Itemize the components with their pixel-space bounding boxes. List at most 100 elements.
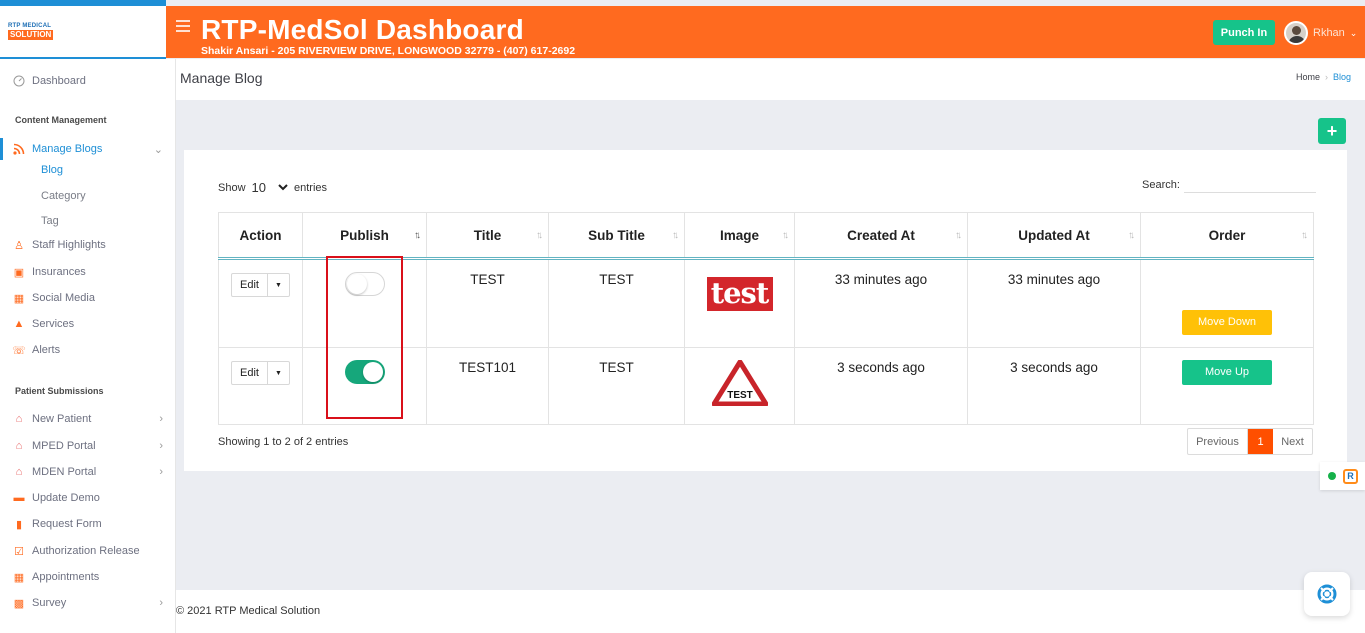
col-subtitle[interactable]: Sub Title ↑↓	[548, 212, 685, 259]
edit-button-group[interactable]: Edit ▼	[231, 273, 290, 297]
clipboard-check-icon: ☑	[14, 545, 24, 558]
gauge-icon	[12, 75, 26, 87]
edit-button[interactable]: Edit	[232, 362, 268, 384]
image-cell: test	[684, 258, 795, 348]
sidebar-subitem-tag[interactable]: Tag	[41, 215, 59, 227]
user-badge-icon: ♙	[14, 239, 24, 252]
sidebar-item-label: Alerts	[32, 344, 61, 356]
sidebar-item-survey[interactable]: ▩ Survey ›	[0, 592, 176, 614]
sidebar-item-mped-portal[interactable]: ⌂ MPED Portal ›	[0, 435, 176, 457]
page-1-button[interactable]: 1	[1248, 429, 1273, 454]
sidebar-item-dashboard[interactable]: Dashboard	[0, 70, 176, 92]
col-order[interactable]: Order ↑↓	[1140, 212, 1314, 259]
sidebar-subitem-blog[interactable]: Blog	[41, 164, 63, 176]
sidebar-item-staff-highlights[interactable]: ♙ Staff Highlights	[0, 234, 176, 256]
hamburger-menu-icon[interactable]	[176, 20, 190, 32]
sidebar-item-appointments[interactable]: ▦ Appointments	[0, 566, 176, 588]
sort-icon: ↑↓	[672, 230, 679, 241]
sidebar-item-update-demo[interactable]: ▬ Update Demo	[0, 487, 176, 509]
col-title[interactable]: Title ↑↓	[426, 212, 549, 259]
search-input[interactable]	[1183, 176, 1316, 193]
top-header: RTP-MedSol Dashboard Shakir Ansari - 205…	[166, 6, 1365, 58]
sidebar-item-social-media[interactable]: ▦ Social Media	[0, 287, 176, 309]
order-cell: Move Down	[1140, 258, 1314, 348]
edit-button-group[interactable]: Edit ▼	[231, 361, 290, 385]
breadcrumb-current[interactable]: Blog	[1333, 72, 1351, 82]
rss-icon	[12, 143, 26, 155]
sidebar-item-new-patient[interactable]: ⌂ New Patient ›	[0, 408, 176, 430]
chevron-down-icon	[278, 184, 288, 191]
add-blog-button[interactable]: +	[1318, 118, 1346, 144]
move-up-button[interactable]: Move Up	[1182, 360, 1272, 385]
bell-icon: ▲	[13, 318, 25, 330]
file-icon: ▮	[15, 518, 23, 531]
sidebar-item-services[interactable]: ▲ Services	[0, 313, 176, 335]
caret-down-icon[interactable]: ▼	[268, 274, 289, 296]
publish-toggle[interactable]	[344, 272, 385, 296]
sidebar-item-label: Manage Blogs	[32, 143, 103, 155]
col-image[interactable]: Image ↑↓	[684, 212, 795, 259]
app-title: RTP-MedSol Dashboard	[201, 14, 524, 45]
col-updated-at[interactable]: Updated At ↑↓	[967, 212, 1141, 259]
col-created-at[interactable]: Created At ↑↓	[794, 212, 968, 259]
sort-icon: ↑↓	[1301, 230, 1308, 241]
previous-page-button[interactable]: Previous	[1188, 429, 1248, 454]
next-page-button[interactable]: Next	[1273, 429, 1312, 454]
sidebar-item-mden-portal[interactable]: ⌂ MDEN Portal ›	[0, 461, 176, 483]
help-button[interactable]	[1304, 572, 1350, 616]
pagination: Previous 1 Next	[1187, 428, 1313, 455]
user-name: Rkhan	[1313, 27, 1345, 39]
punch-in-button[interactable]: Punch In	[1213, 20, 1275, 45]
sidebar-item-insurances[interactable]: ▣ Insurances	[0, 261, 176, 283]
logo-line-2: SOLUTION	[8, 30, 54, 40]
home-icon: ⌂	[15, 440, 23, 452]
breadcrumb: Home › Blog	[1296, 72, 1351, 82]
share-icon: ▦	[13, 292, 25, 305]
col-publish[interactable]: Publish ↑↓	[302, 212, 427, 259]
table-header-row: Action Publish ↑↓ Title ↑↓ Sub Title ↑↓ Ima…	[218, 212, 1314, 259]
app-subtitle: Shakir Ansari - 205 RIVERVIEW DRIVE, LON…	[201, 45, 576, 57]
chart-icon: ▩	[13, 597, 25, 610]
search-label: Search:	[1142, 178, 1180, 191]
side-widget[interactable]: R	[1320, 462, 1365, 490]
avatar	[1284, 21, 1308, 45]
sidebar-subitem-category[interactable]: Category	[41, 190, 86, 202]
publish-cell	[302, 258, 427, 348]
order-cell: Move Up	[1140, 347, 1314, 425]
caret-down-icon[interactable]: ▼	[268, 362, 289, 384]
sort-icon: ↑↓	[955, 230, 962, 241]
sidebar-item-label: Survey	[32, 597, 67, 609]
sidebar-item-label: Dashboard	[32, 75, 86, 87]
id-card-icon: ▬	[13, 492, 25, 504]
search-box: Search:	[1142, 176, 1316, 193]
sidebar-item-authorization-release[interactable]: ☑ Authorization Release	[0, 540, 176, 562]
blog-table-card: Show 10 entries Search: Action Publish ↑↓…	[184, 150, 1347, 471]
entries-value: 10	[251, 180, 266, 195]
publish-toggle[interactable]	[344, 360, 385, 384]
logo[interactable]: RTP MEDICAL SOLUTION	[0, 0, 166, 59]
status-dot	[1328, 472, 1336, 480]
publish-cell	[302, 347, 427, 425]
subtitle-cell: TEST	[548, 258, 685, 348]
entries-select[interactable]: 10	[252, 180, 288, 195]
sidebar-item-label: Insurances	[32, 266, 86, 278]
updated-cell: 3 seconds ago	[967, 347, 1141, 425]
user-menu[interactable]: Rkhan ⌄	[1284, 21, 1357, 45]
sidebar-item-label: Staff Highlights	[32, 239, 106, 251]
subtitle-cell: TEST	[548, 347, 685, 425]
blog-table: Action Publish ↑↓ Title ↑↓ Sub Title ↑↓ Ima…	[218, 212, 1314, 425]
breadcrumb-home[interactable]: Home	[1296, 72, 1320, 82]
chevron-right-icon: ›	[159, 597, 163, 609]
sidebar-item-manage-blogs[interactable]: Manage Blogs ⌄	[0, 138, 176, 160]
sidebar-item-request-form[interactable]: ▮ Request Form	[0, 513, 176, 535]
table-info: Showing 1 to 2 of 2 entries	[218, 436, 349, 448]
title-cell: TEST101	[426, 347, 549, 425]
edit-button[interactable]: Edit	[232, 274, 268, 296]
sidebar-item-alerts[interactable]: ☏ Alerts	[0, 339, 176, 361]
move-down-button[interactable]: Move Down	[1182, 310, 1272, 335]
sidebar-item-label: Update Demo	[32, 492, 100, 504]
phone-icon: ☏	[12, 344, 26, 357]
action-cell: Edit ▼	[218, 258, 303, 348]
show-label: Show	[218, 181, 246, 194]
image-cell: TEST	[684, 347, 795, 425]
